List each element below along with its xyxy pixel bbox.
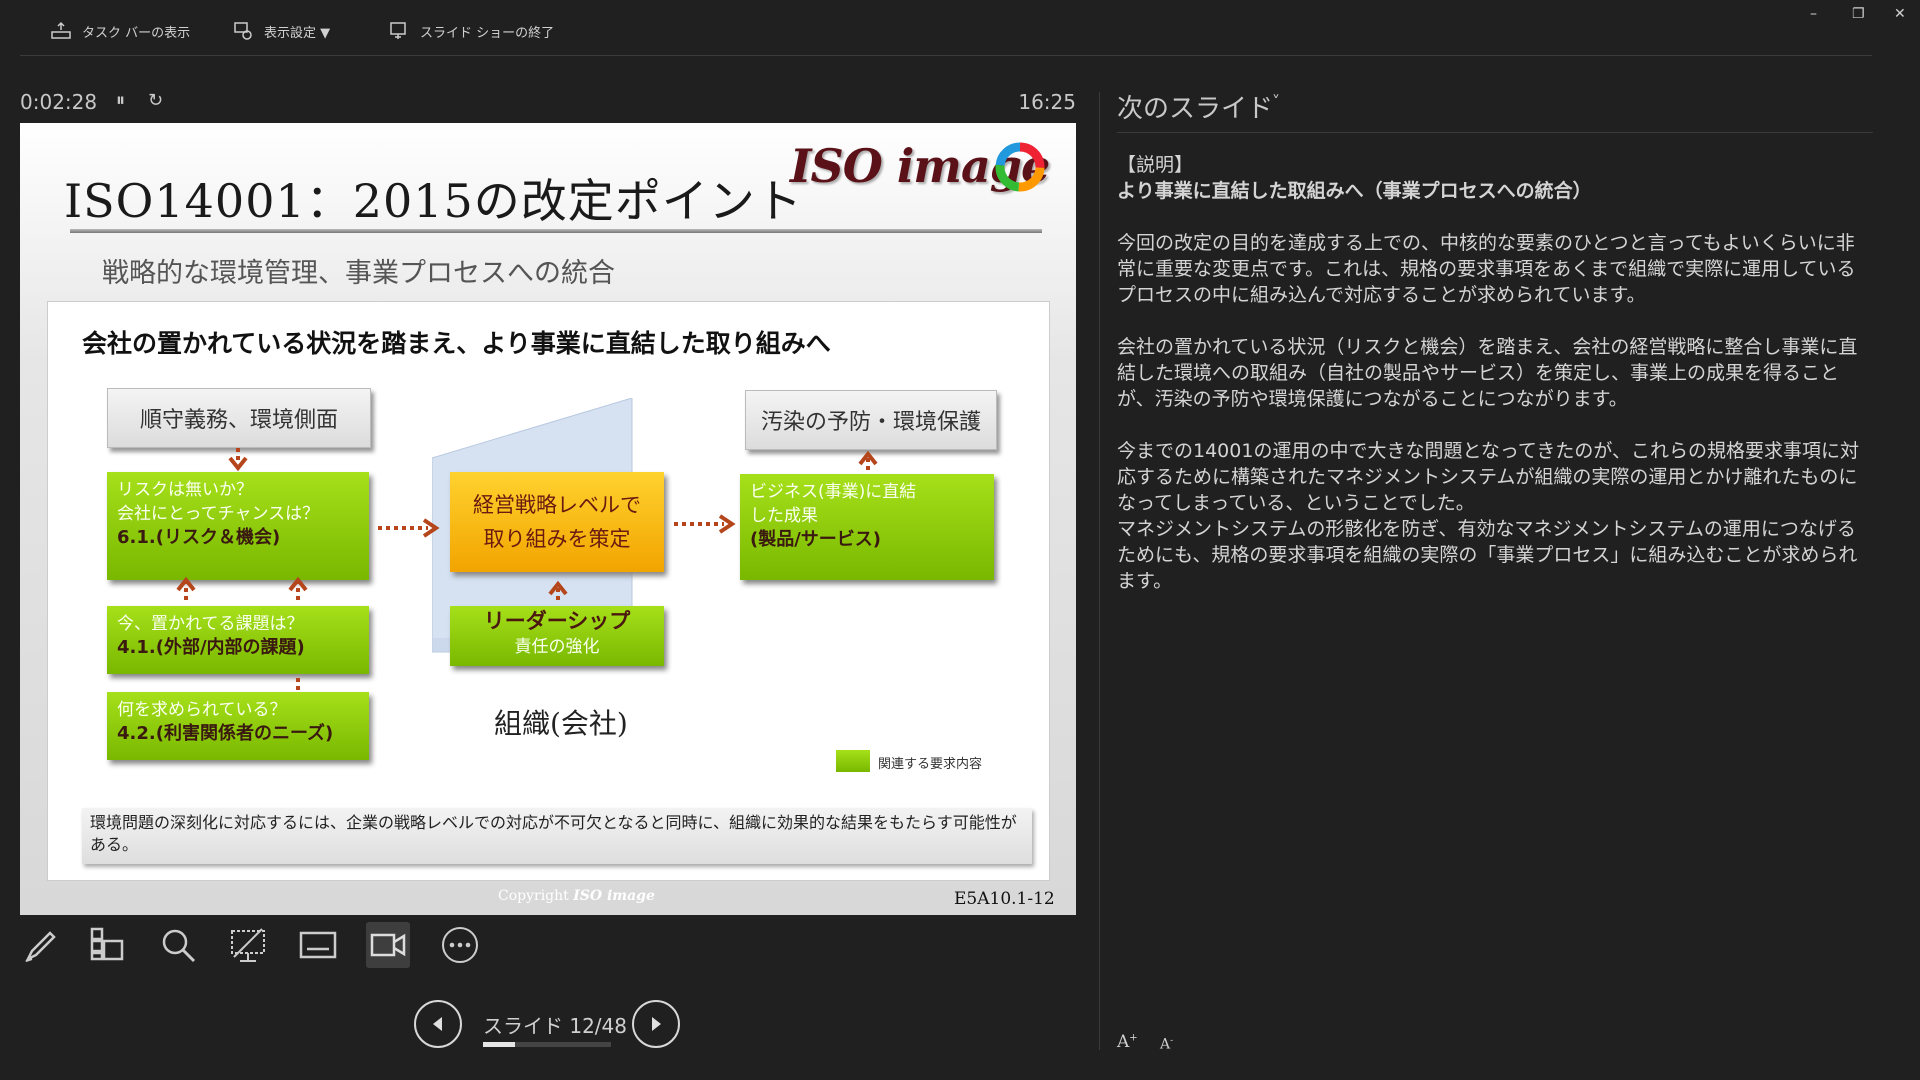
notes-title2: より事業に直結した取組みへ（事業プロセスへの統合） xyxy=(1117,180,1592,202)
increase-font-icon: A xyxy=(1117,1032,1130,1052)
end-slideshow-button[interactable]: スライド ショーの終了 xyxy=(388,18,554,44)
notes-paragraph3: 今までの14001の運用の中で大きな問題となってきたのが、これらの規格要求事項に… xyxy=(1117,440,1859,514)
slide-code: E5A10.1-12 xyxy=(954,889,1055,909)
more-options-button[interactable] xyxy=(438,922,482,968)
slide-counter: スライド 12/48 xyxy=(483,1014,627,1038)
diagram-panel: 会社の置かれている状況を踏まえ、より事業に直結した取り組みへ 組織(会社) 順守… xyxy=(47,301,1050,881)
show-taskbar-label: タスク バーの表示 xyxy=(82,25,191,41)
black-screen-button[interactable] xyxy=(226,922,270,968)
elapsed-timer: 0:02:28 xyxy=(20,90,98,114)
logo-ring-icon xyxy=(995,142,1045,192)
see-all-slides-button[interactable] xyxy=(86,922,130,968)
previous-slide-button[interactable] xyxy=(414,1000,462,1048)
next-slide-header[interactable]: 次のスライド xyxy=(1117,88,1273,125)
chevron-down-icon[interactable]: ˅ xyxy=(1272,92,1280,111)
presenter-toolbar: タスク バーの表示 表示設定 ▼ スライド ショーの終了 – ❐ ✕ xyxy=(0,0,1920,56)
restore-button[interactable]: ❐ xyxy=(1852,6,1865,22)
camera-toggle-button[interactable] xyxy=(366,922,410,968)
pause-timer-icon[interactable]: ⏸ xyxy=(116,90,125,111)
notes-paragraph4: マネジメントシステムの形骸化を防ぎ、有効なマネジメントシステムの運用につなげるた… xyxy=(1117,518,1858,592)
decrease-font-button[interactable]: A- xyxy=(1160,1036,1173,1053)
current-time: 16:25 xyxy=(1018,90,1076,114)
increase-font-button[interactable]: A+ xyxy=(1117,1032,1138,1052)
pane-divider[interactable] xyxy=(1099,92,1100,1050)
toolbar-divider xyxy=(20,55,1872,56)
video-camera-icon xyxy=(370,933,406,957)
slide-subtitle: 戦略的な環境管理、事業プロセスへの統合 xyxy=(102,258,615,289)
legend-label: 関連する要求内容 xyxy=(878,757,983,772)
title-underline xyxy=(70,229,1042,233)
slide-progress-bar xyxy=(483,1042,611,1047)
next-arrow-icon xyxy=(652,1017,661,1031)
slide-copyright: Copyright ISO image xyxy=(498,888,655,904)
subtitles-icon xyxy=(299,931,337,959)
slide-title: ISO14001：2015の改定ポイント xyxy=(64,174,803,228)
end-slideshow-icon xyxy=(390,22,406,39)
zoom-button[interactable] xyxy=(156,922,200,968)
current-slide[interactable]: ISO image ISO14001：2015の改定ポイント 戦略的な環境管理、… xyxy=(20,123,1076,915)
show-taskbar-button[interactable]: タスク バーの表示 xyxy=(50,18,190,44)
pen-icon xyxy=(25,931,56,962)
notes-title1: 【説明】 xyxy=(1117,154,1194,176)
close-button[interactable]: ✕ xyxy=(1894,6,1906,22)
end-slideshow-label: スライド ショーの終了 xyxy=(420,25,555,41)
taskbar-icon xyxy=(51,21,71,39)
speaker-notes[interactable]: 【説明】 より事業に直結した取組みへ（事業プロセスへの統合） 今回の改定の目的を… xyxy=(1117,152,1873,620)
slide-note-box: 環境問題の深刻化に対応するには、企業の戦略レベルでの対応が不可欠となると同時に、… xyxy=(82,808,1032,864)
display-settings-label: 表示設定 ▼ xyxy=(264,25,331,41)
previous-arrow-icon xyxy=(433,1017,442,1031)
pen-tool-button[interactable] xyxy=(18,922,62,968)
notes-paragraph1: 今回の改定の目的を達成する上での、中核的な要素のひとつと言ってもよいくらいに非常… xyxy=(1117,232,1856,306)
diagram-arrows xyxy=(176,448,878,690)
legend-swatch xyxy=(836,750,870,772)
notes-divider xyxy=(1117,132,1873,133)
more-icon xyxy=(442,927,478,963)
screen-slash-icon xyxy=(231,928,265,962)
minimize-button[interactable]: – xyxy=(1810,6,1817,22)
display-settings-icon xyxy=(234,22,252,40)
subtitles-button[interactable] xyxy=(296,922,340,968)
slide-progress-fill xyxy=(483,1042,515,1047)
display-settings-button[interactable]: 表示設定 ▼ xyxy=(232,18,330,44)
decrease-font-icon: A xyxy=(1160,1036,1171,1053)
notes-paragraph2: 会社の置かれている状況（リスクと機会）を踏まえ、会社の経営戦略に整合し事業に直結… xyxy=(1117,336,1858,410)
next-slide-button[interactable] xyxy=(632,1000,680,1048)
copyright-brand: ISO image xyxy=(573,888,655,904)
copyright-prefix: Copyright xyxy=(498,888,569,904)
magnifier-icon xyxy=(162,929,196,963)
grid-icon xyxy=(90,927,124,961)
reset-timer-icon[interactable]: ↻ xyxy=(148,90,163,111)
